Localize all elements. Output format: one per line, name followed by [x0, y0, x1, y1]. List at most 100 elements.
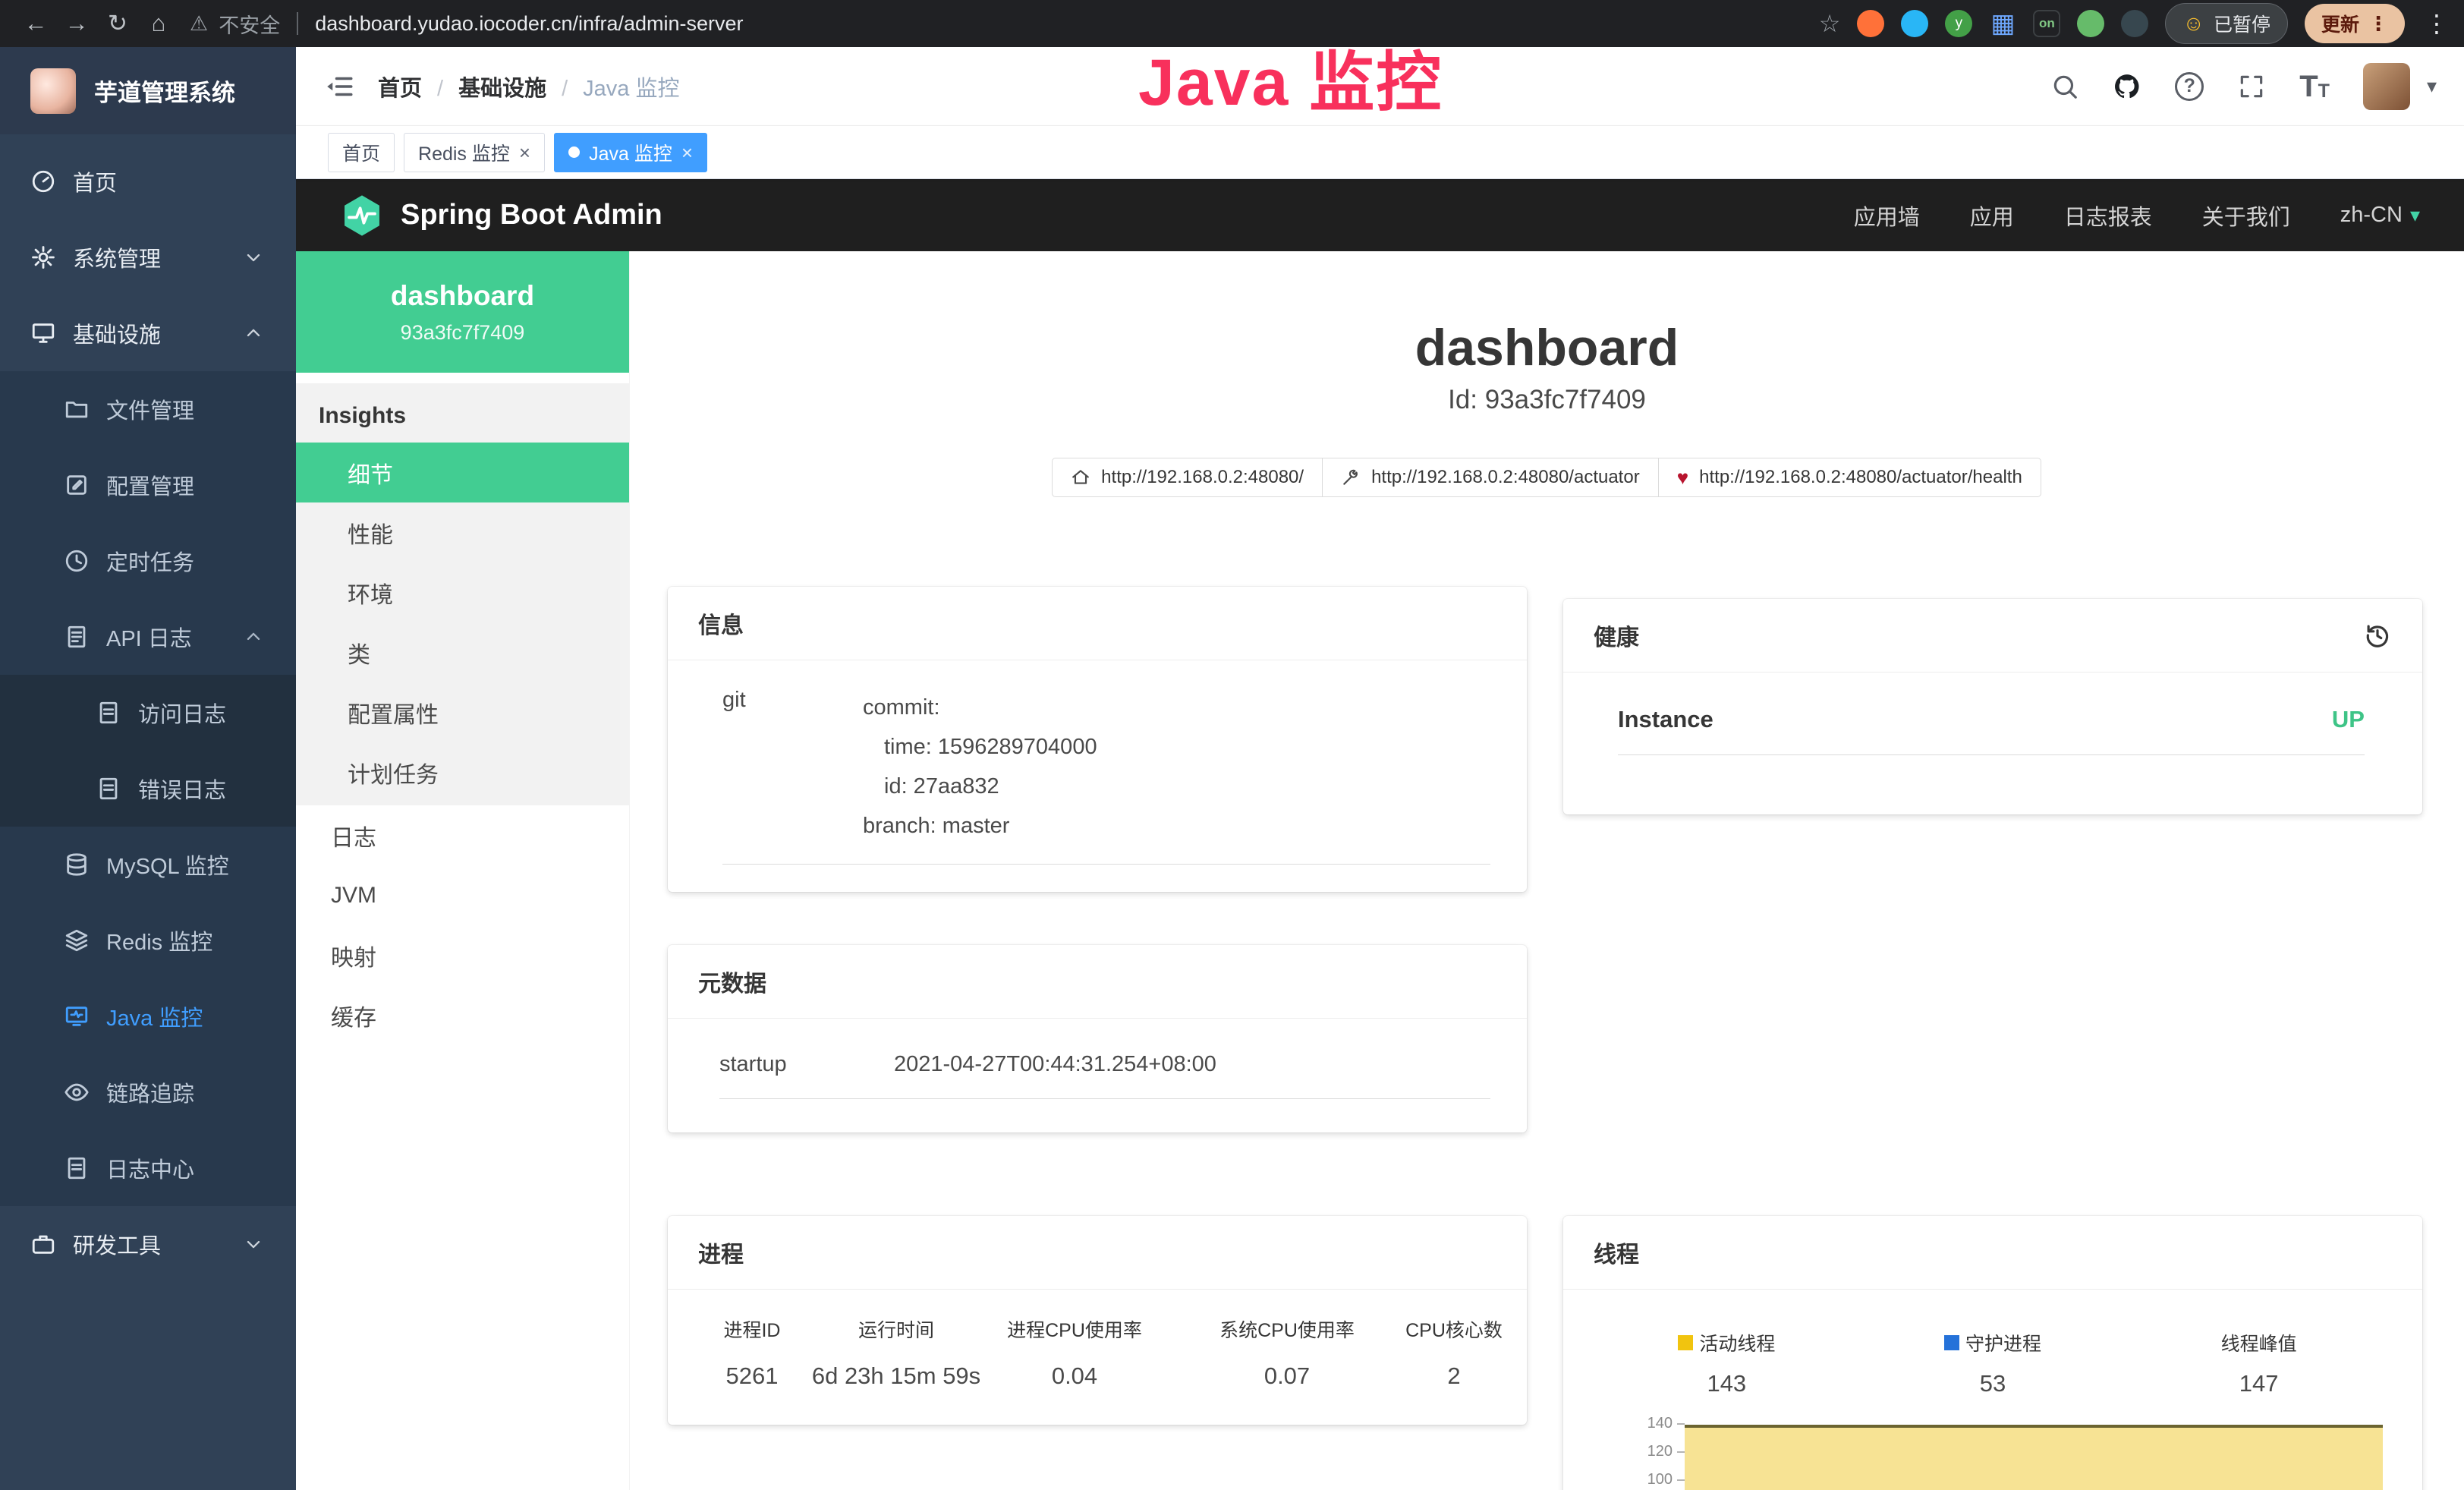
sidebar-item-infrastructure[interactable]: 基础设施 [0, 295, 296, 371]
threads-card: 线程 活动线程 守护进程 线程峰值 143 [1563, 1216, 2422, 1490]
sidebar-item-java-monitor[interactable]: Java 监控 [0, 978, 296, 1054]
caret-down-icon[interactable]: ▾ [2427, 74, 2437, 98]
sba-item-label: 配置属性 [348, 696, 439, 729]
chevron-up-icon [243, 323, 264, 344]
sba-item-performance[interactable]: 性能 [296, 502, 629, 562]
tag-label: 首页 [342, 139, 380, 166]
sidebar-item-mysql-monitor[interactable]: MySQL 监控 [0, 827, 296, 903]
sba-nav-wall[interactable]: 应用墙 [1854, 200, 1920, 232]
sba-item-details[interactable]: 细节 [296, 443, 629, 502]
sba-language-select[interactable]: zh-CN ▾ [2340, 203, 2420, 228]
help-icon[interactable]: ? [2175, 72, 2204, 101]
search-icon[interactable] [2050, 72, 2079, 101]
extension-icon[interactable]: on [2033, 10, 2060, 37]
hamburger-icon[interactable] [323, 71, 355, 102]
info-row-git: git commit: time: 1596289704000 id: 27aa… [722, 688, 1490, 865]
sidebar-item-redis-monitor[interactable]: Redis 监控 [0, 903, 296, 978]
reload-icon[interactable]: ↻ [97, 10, 138, 37]
info-line: time: 1596289704000 [863, 727, 1097, 767]
puzzle-extension-icon[interactable] [2121, 10, 2148, 37]
extension-icon[interactable] [1901, 10, 1928, 37]
doc-icon [96, 700, 121, 726]
extension-icon[interactable] [2077, 10, 2104, 37]
browser-menu-icon[interactable]: ⋮ [2425, 9, 2449, 38]
sba-item-label: 环境 [348, 576, 393, 610]
sba-item-logs[interactable]: 日志 [296, 805, 629, 865]
instance-link-actuator[interactable]: http://192.168.0.2:48080/actuator [1322, 458, 1659, 497]
sba-item-jvm[interactable]: JVM [296, 865, 629, 925]
close-icon[interactable]: × [519, 143, 530, 162]
app-title: 芋道管理系统 [94, 74, 235, 108]
legend-swatch-blue [1944, 1335, 1959, 1350]
sba-item-classes[interactable]: 类 [296, 622, 629, 682]
address-bar[interactable]: ⚠ 不安全 dashboard.yudao.iocoder.cn/infra/a… [190, 9, 744, 39]
instance-link-home[interactable]: http://192.168.0.2:48080/ [1052, 458, 1323, 497]
update-kebab-icon: ⋮ [2368, 12, 2388, 36]
sba-instance-header[interactable]: dashboard 93a3fc7f7409 [296, 251, 629, 373]
sba-nav-applications[interactable]: 应用 [1970, 200, 2014, 232]
sba-item-environment[interactable]: 环境 [296, 562, 629, 622]
sba-nav-about[interactable]: 关于我们 [2202, 200, 2290, 232]
sba-brand[interactable]: Spring Boot Admin [340, 194, 662, 238]
tick-mark [1677, 1423, 1685, 1425]
fullscreen-icon[interactable] [2237, 72, 2266, 101]
sidebar-item-config-management[interactable]: 配置管理 [0, 447, 296, 523]
tag-redis-monitor[interactable]: Redis 监控 × [404, 133, 545, 172]
sidebar-item-scheduled-tasks[interactable]: 定时任务 [0, 523, 296, 599]
extension-icon[interactable] [1857, 10, 1884, 37]
user-avatar[interactable] [2363, 63, 2410, 110]
paused-badge[interactable]: ☺ 已暂停 [2165, 3, 2288, 44]
process-value: 5261 [726, 1362, 779, 1390]
sba-item-caches[interactable]: 缓存 [296, 985, 629, 1045]
sidebar-item-error-logs[interactable]: 错误日志 [0, 751, 296, 827]
sidebar-item-trace[interactable]: 链路追踪 [0, 1054, 296, 1130]
update-button[interactable]: 更新 ⋮ [2305, 4, 2405, 43]
legend-daemon-threads: 守护进程 [1860, 1329, 2126, 1356]
sidebar-item-api-logs[interactable]: API 日志 [0, 599, 296, 675]
sba-item-label: 计划任务 [348, 756, 439, 789]
history-icon[interactable] [2363, 621, 2392, 650]
back-icon[interactable]: ← [15, 10, 56, 37]
sidebar-item-label: API 日志 [106, 621, 192, 653]
sba-nav-journal[interactable]: 日志报表 [2064, 200, 2152, 232]
info-line: id: 27aa832 [863, 767, 1097, 806]
column-header: 进程CPU使用率 [1007, 1315, 1142, 1343]
sidebar-item-file-management[interactable]: 文件管理 [0, 371, 296, 447]
sba-item-config-properties[interactable]: 配置属性 [296, 682, 629, 742]
sba-sidebar: dashboard 93a3fc7f7409 Insights 细节 性能 环境… [296, 251, 630, 1490]
github-icon[interactable] [2113, 72, 2141, 101]
extension-icon[interactable]: y [1945, 10, 1972, 37]
sidebar-item-log-center[interactable]: 日志中心 [0, 1130, 296, 1206]
sba-insights-group: Insights 细节 性能 环境 类 配置属性 计划任务 [296, 383, 629, 805]
breadcrumb-infrastructure[interactable]: 基础设施 [422, 71, 546, 102]
sba-item-mappings[interactable]: 映射 [296, 925, 629, 985]
app-logo[interactable]: 芋道管理系统 [0, 47, 296, 134]
sidebar-item-label: 配置管理 [106, 469, 194, 501]
sba-item-scheduled-tasks[interactable]: 计划任务 [296, 742, 629, 802]
close-icon[interactable]: × [681, 143, 693, 162]
bookmark-star-icon[interactable]: ☆ [1819, 9, 1841, 38]
legend-value: 53 [1860, 1370, 2126, 1397]
font-size-icon[interactable]: TT [2299, 73, 2330, 100]
instance-link-health[interactable]: ♥ http://192.168.0.2:48080/actuator/heal… [1658, 458, 2041, 497]
card-title: 健康 [1594, 619, 1639, 652]
sidebar-item-home[interactable]: 首页 [0, 143, 296, 219]
extension-icon[interactable]: ▦ [1989, 10, 2016, 37]
sidebar-item-dev-tools[interactable]: 研发工具 [0, 1206, 296, 1282]
forward-icon[interactable]: → [56, 10, 97, 37]
sidebar-item-label: 研发工具 [73, 1228, 161, 1260]
breadcrumb-home[interactable]: 首页 [378, 71, 422, 102]
metadata-row-startup: startup 2021-04-27T00:44:31.254+08:00 [719, 1052, 1490, 1099]
legend-value: 143 [1594, 1370, 1860, 1397]
sidebar-item-access-logs[interactable]: 访问日志 [0, 675, 296, 751]
sidebar-item-system-management[interactable]: 系统管理 [0, 219, 296, 295]
tag-java-monitor[interactable]: Java 监控 × [554, 133, 707, 172]
tag-home[interactable]: 首页 [328, 133, 395, 172]
browser-home-icon[interactable]: ⌂ [138, 10, 179, 37]
list-icon [64, 624, 90, 650]
sba-body: dashboard 93a3fc7f7409 Insights 细节 性能 环境… [296, 251, 2464, 1490]
logo-avatar [30, 68, 76, 114]
sba-brand-label: Spring Boot Admin [401, 199, 662, 232]
edit-icon [64, 472, 90, 498]
wrench-icon [1341, 468, 1361, 487]
